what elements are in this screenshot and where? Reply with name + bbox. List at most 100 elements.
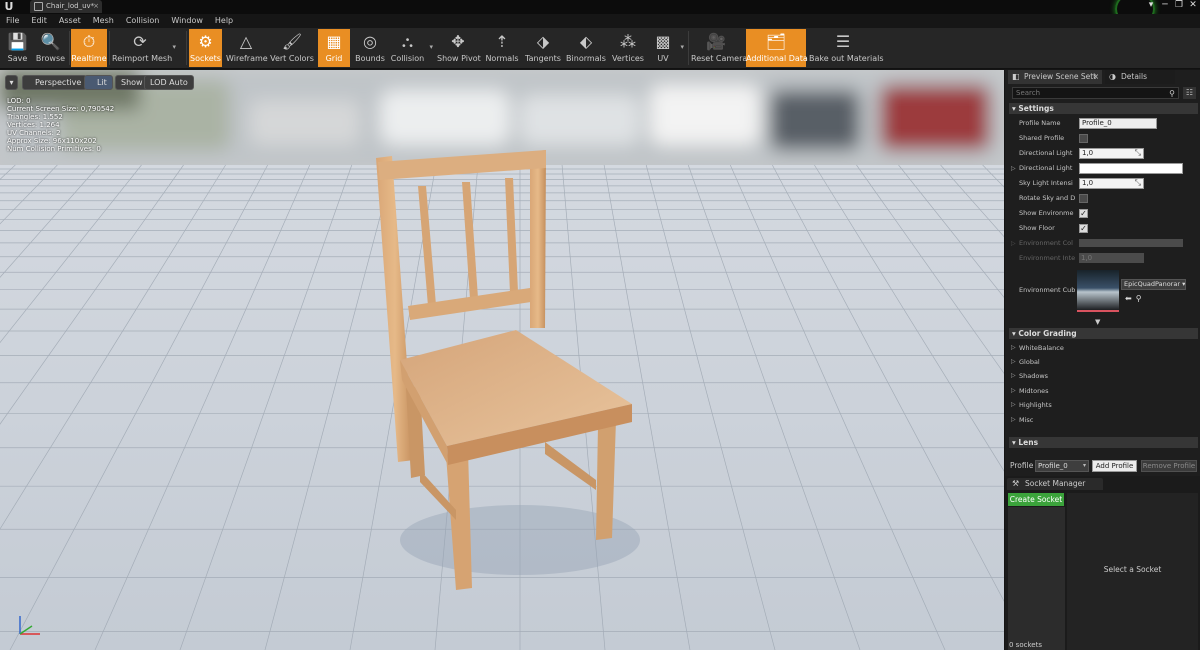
cg-midtones-row[interactable]: ▷ Midtones <box>1009 384 1198 398</box>
grid-icon: ▦ <box>326 32 342 51</box>
expand-arrow-icon: ▷ <box>1011 240 1016 247</box>
tab-details[interactable]: ◑ Details <box>1105 70 1175 84</box>
toolbar-separator <box>186 31 187 65</box>
drag-handle-icon[interactable]: ⤡ <box>1135 178 1141 187</box>
binormals-button[interactable]: ⬖ Binormals <box>566 29 606 67</box>
use-selected-icon[interactable]: ⬅ <box>1125 294 1136 303</box>
show-pivot-button[interactable]: ✥ Show Pivot <box>437 29 481 67</box>
close-icon[interactable]: ✕ <box>1186 0 1200 10</box>
menu-mesh[interactable]: Mesh <box>87 14 120 28</box>
menu-asset[interactable]: Asset <box>53 14 87 28</box>
minimize-icon[interactable]: ─ <box>1158 0 1172 10</box>
bake-out-materials-button[interactable]: ☰ Bake out Materials <box>809 29 884 67</box>
environment-cube-thumbnail[interactable] <box>1077 270 1119 312</box>
rotate-sky-checkbox[interactable] <box>1079 194 1088 203</box>
browse-button[interactable]: 🔍 Browse <box>34 29 67 67</box>
show-floor-row: Show Floor ✓ <box>1009 221 1198 236</box>
additional-data-button[interactable]: 🗂 Additional Data <box>746 29 808 67</box>
perspective-button[interactable]: Perspective <box>22 75 88 90</box>
vertices-button[interactable]: ⁂ Vertices <box>610 29 646 67</box>
environment-cube-dropdown[interactable]: EpicQuadPanorar ▾ <box>1121 279 1186 290</box>
cg-global-row[interactable]: ▷ Global <box>1009 355 1198 369</box>
socket-count: 0 sockets <box>1009 641 1042 649</box>
cg-whitebalance-row[interactable]: ▷ WhiteBalance <box>1009 341 1198 355</box>
menu-window[interactable]: Window <box>165 14 209 28</box>
show-environment-row: Show Environme ✓ <box>1009 206 1198 221</box>
reset-camera-button[interactable]: 🎥 Reset Camera <box>691 29 747 67</box>
document-tab-title: Chair_lod_uv* <box>46 2 95 10</box>
viewport[interactable]: ▾ Perspective Lit Show LOD Auto LOD: 0 C… <box>0 70 1004 650</box>
unreal-logo-icon[interactable]: U <box>2 0 16 14</box>
sockets-button[interactable]: ⚙ Sockets <box>189 29 222 67</box>
environment-cube-label: Environment Cub <box>1019 286 1075 294</box>
environment-intensity-row: Environment Inte 1,0 <box>1009 251 1198 266</box>
window-options-icon[interactable]: ▾ <box>1144 0 1158 10</box>
lit-button[interactable]: Lit <box>84 75 113 90</box>
shared-profile-checkbox[interactable] <box>1079 134 1088 143</box>
collision-button[interactable]: ⛬ Collision ▾ <box>390 29 433 67</box>
bounds-icon: ◎ <box>363 32 377 51</box>
remove-profile-button[interactable]: Remove Profile <box>1141 460 1197 472</box>
environment-color-row: ▷ Environment Col <box>1009 236 1198 251</box>
cg-highlights-row[interactable]: ▷ Highlights <box>1009 398 1198 412</box>
sky-light-field[interactable]: 1,0 ⤡ <box>1079 178 1144 189</box>
restore-icon[interactable]: ❐ <box>1172 0 1186 10</box>
tangents-button[interactable]: ⬗ Tangents <box>524 29 562 67</box>
dir-light-color-swatch[interactable] <box>1079 163 1183 174</box>
view-options-icon[interactable]: ☷ <box>1183 87 1196 99</box>
cg-misc-row[interactable]: ▷ Misc <box>1009 413 1198 427</box>
menu-collision[interactable]: Collision <box>120 14 166 28</box>
viewport-scene[interactable] <box>0 70 1004 650</box>
realtime-button[interactable]: ⏱ Realtime <box>71 29 107 67</box>
profile-name-field[interactable]: Profile_0 <box>1079 118 1157 129</box>
menu-edit[interactable]: Edit <box>25 14 53 28</box>
details-icon: ◑ <box>1109 72 1116 81</box>
browse-asset-icon[interactable]: ⚲ <box>1136 294 1146 303</box>
wireframe-button[interactable]: △ Wireframe <box>226 29 268 67</box>
tab-close-icon[interactable]: × <box>1093 70 1099 84</box>
viewport-options-button[interactable]: ▾ <box>5 75 18 90</box>
uv-button[interactable]: ▩ UV ▾ <box>650 29 684 67</box>
chevron-down-icon: ▾ <box>1082 462 1086 469</box>
dir-light-intensity-row: Directional Light 1,0 ⤡ <box>1009 146 1198 161</box>
profile-bar: Profile Profile_0 ▾ Add Profile Remove Pr… <box>1005 458 1200 473</box>
vert-colors-button[interactable]: 🖌 Vert Colors <box>270 29 314 67</box>
menu-file[interactable]: File <box>0 14 25 28</box>
create-socket-button[interactable]: Create Socket <box>1008 493 1064 506</box>
sky-light-label: Sky Light Intensi <box>1019 179 1073 187</box>
normals-button[interactable]: ⇡ Normals <box>484 29 520 67</box>
cg-shadows-row[interactable]: ▷ Shadows <box>1009 369 1198 383</box>
profile-dropdown[interactable]: Profile_0 ▾ <box>1035 460 1089 472</box>
profile-name-label: Profile Name <box>1019 119 1061 127</box>
tab-socket-manager[interactable]: ⚒ Socket Manager <box>1007 478 1103 490</box>
add-profile-button[interactable]: Add Profile <box>1092 460 1137 472</box>
save-button[interactable]: 💾 Save <box>3 29 32 67</box>
socket-list[interactable]: 0 sockets <box>1008 507 1065 650</box>
lens-category[interactable]: ▾ Lens <box>1009 437 1198 448</box>
settings-category[interactable]: ▾ Settings <box>1009 103 1198 114</box>
save-icon: 💾 <box>7 32 28 51</box>
menu-help[interactable]: Help <box>209 14 239 28</box>
collision-dropdown-icon[interactable]: ▾ <box>429 43 433 51</box>
tab-close-icon[interactable]: × <box>93 0 99 13</box>
tab-preview-scene-settings[interactable]: ◧ Preview Scene Sett × <box>1008 70 1102 84</box>
lod-button[interactable]: LOD Auto <box>144 75 194 90</box>
uv-dropdown-icon[interactable]: ▾ <box>680 43 684 51</box>
expand-arrow-icon[interactable]: ▷ <box>1011 161 1016 176</box>
show-environment-checkbox[interactable]: ✓ <box>1079 209 1088 218</box>
stat-triangles: Triangles: 1.552 <box>7 113 63 121</box>
color-grading-category[interactable]: ▾ Color Grading <box>1009 328 1198 339</box>
search-input[interactable]: Search ⚲ <box>1012 87 1179 99</box>
bounds-button[interactable]: ◎ Bounds <box>354 29 386 67</box>
grid-button[interactable]: ▦ Grid <box>318 29 350 67</box>
dir-light-intensity-field[interactable]: 1,0 ⤡ <box>1079 148 1144 159</box>
document-tab[interactable]: Chair_lod_uv* × <box>30 0 102 13</box>
reset-camera-icon: 🎥 <box>706 32 726 51</box>
reimport-dropdown-icon[interactable]: ▾ <box>172 43 176 51</box>
show-floor-checkbox[interactable]: ✓ <box>1079 224 1088 233</box>
search-icon[interactable]: ⚲ <box>1169 89 1175 99</box>
drag-handle-icon[interactable]: ⤡ <box>1135 148 1141 157</box>
expand-arrow-icon: ▷ <box>1011 372 1016 379</box>
advanced-expand-icon[interactable]: ▼ <box>1095 318 1100 326</box>
reimport-mesh-button[interactable]: ⟳ Reimport Mesh ▾ <box>112 29 176 67</box>
